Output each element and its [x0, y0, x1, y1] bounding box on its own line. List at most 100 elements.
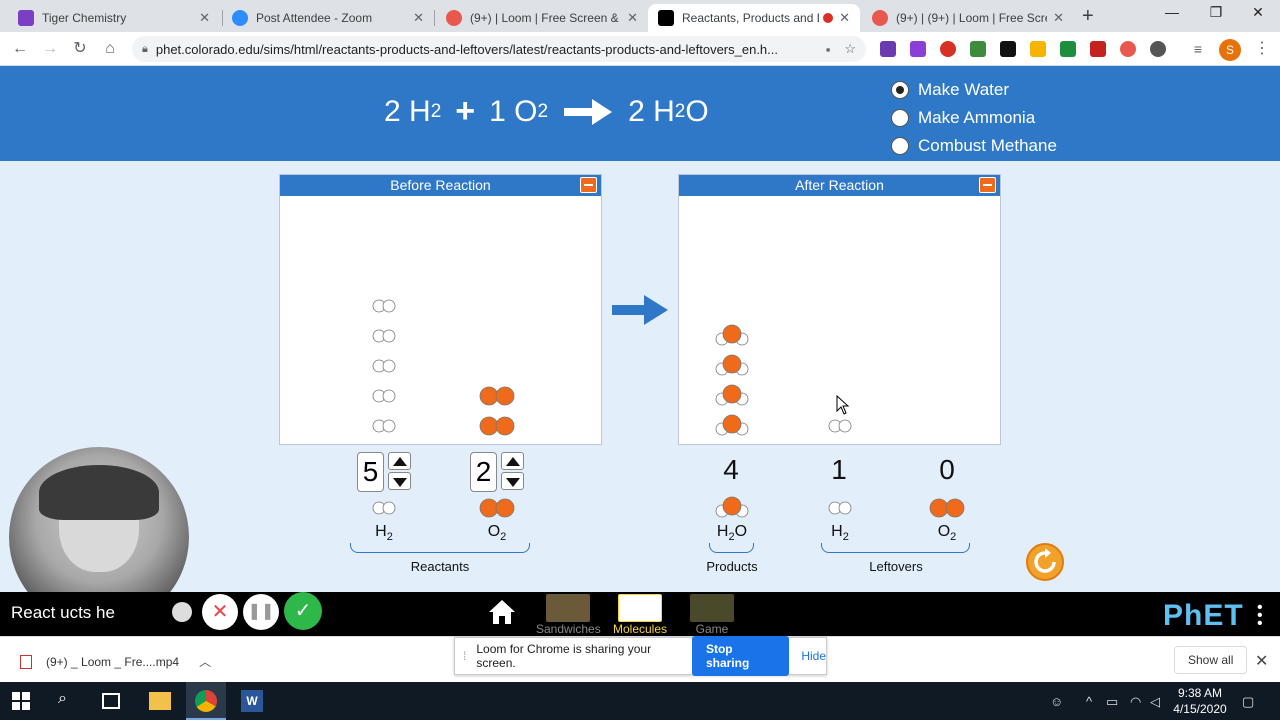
plus-sign: + [455, 92, 476, 130]
close-icon[interactable]: ✕ [627, 10, 638, 26]
menu-icon[interactable]: ⋮ [1250, 38, 1274, 60]
leftovers-label: Leftovers [869, 559, 923, 574]
tab-title: (9+) | (9+) | Loom | Free Screer [896, 11, 1048, 25]
reset-all-button[interactable] [1026, 543, 1064, 581]
phet-logo[interactable]: PhET [1163, 599, 1244, 633]
screen-game[interactable]: Game [680, 594, 744, 636]
extension-icon[interactable] [910, 41, 926, 57]
tab-loom-2[interactable]: (9+) | (9+) | Loom | Free Screer ✕ [862, 4, 1074, 32]
h2o-o-symbol: O [685, 94, 709, 128]
chrome-taskbar-button[interactable] [186, 682, 226, 720]
wifi-icon[interactable]: ◠ [1130, 694, 1141, 710]
clock[interactable]: 9:38 AM 4/15/2020 [1168, 685, 1232, 717]
hide-button[interactable]: Hide [801, 649, 826, 663]
extension-icon[interactable] [1090, 41, 1106, 57]
chrome-icon [195, 690, 217, 712]
reactants-label: Reactants [410, 559, 470, 574]
home-icon[interactable]: ⌂ [98, 38, 122, 60]
drag-handle-icon[interactable]: ⁞ [463, 649, 466, 663]
back-icon[interactable]: ← [8, 38, 32, 60]
classroom-icon [18, 10, 34, 26]
loom-pause-icon[interactable]: ❚❚ [243, 594, 279, 630]
tab-title: (9+) | Loom | Free Screen & Vi [470, 11, 622, 25]
loom-cancel-icon[interactable]: ✕ [202, 594, 238, 630]
camera-icon[interactable]: ▪ [826, 42, 831, 57]
decrement-arrow-icon[interactable] [501, 472, 524, 490]
download-item[interactable]: (9+) _ Loom _ Fre....mp4 ︿ [20, 653, 211, 670]
adblock-icon[interactable] [940, 41, 956, 57]
windows-start-icon[interactable] [12, 692, 34, 714]
people-icon[interactable]: ☺ [1050, 694, 1063, 709]
word-icon[interactable]: W [241, 690, 263, 712]
close-icon[interactable]: ✕ [839, 10, 850, 26]
radio-make-water[interactable]: Make Water [891, 76, 1057, 104]
extension-icon[interactable] [1000, 41, 1016, 57]
screen-sandwiches[interactable]: Sandwiches [536, 594, 601, 636]
tab-loom[interactable]: (9+) | Loom | Free Screen & Vi ✕ [436, 4, 648, 32]
tab-zoom[interactable]: Post Attendee - Zoom ✕ [222, 4, 434, 32]
screen-label: Game [695, 622, 729, 636]
forward-icon[interactable]: → [38, 38, 62, 60]
drive-icon[interactable] [1030, 41, 1046, 57]
notifications-icon[interactable]: ▢ [1242, 694, 1254, 710]
url-text: phet.colorado.edu/sims/html/reactants-pr… [155, 41, 778, 57]
extension-icon[interactable] [1060, 41, 1076, 57]
radio-combust-methane[interactable]: Combust Methane [891, 132, 1057, 160]
extension-icon[interactable] [1150, 41, 1166, 57]
radio-make-ammonia[interactable]: Make Ammonia [891, 104, 1057, 132]
file-explorer-icon[interactable] [149, 692, 171, 710]
zoom-icon [232, 10, 248, 26]
close-window-icon[interactable]: ✕ [1236, 4, 1280, 21]
screen-label: Molecules [612, 622, 668, 636]
h2o-h-symbol: H [653, 94, 675, 128]
bookmark-star-icon[interactable]: ☆ [844, 41, 856, 57]
tab-phet-active[interactable]: Reactants, Products and Le ✕ [648, 4, 860, 32]
show-all-button[interactable]: Show all [1174, 646, 1248, 674]
element-symbol: O [734, 523, 748, 540]
radio-button[interactable] [891, 137, 909, 155]
task-view-icon[interactable] [102, 693, 120, 709]
minimize-box-button[interactable] [580, 177, 597, 193]
element-symbol: O [487, 523, 501, 540]
chevron-up-icon[interactable]: ︿ [199, 653, 211, 670]
close-icon[interactable]: ✕ [1255, 651, 1268, 671]
extension-icon[interactable] [880, 41, 896, 57]
radio-button[interactable] [891, 81, 909, 99]
products-label: Products [706, 559, 758, 574]
radio-button[interactable] [891, 109, 909, 127]
reload-icon[interactable]: ↻ [68, 38, 92, 60]
stop-sharing-button[interactable]: Stop sharing [691, 636, 790, 676]
loom-more-icon[interactable] [172, 602, 192, 622]
home-screen-button[interactable] [487, 598, 517, 631]
restore-window-icon[interactable]: ❐ [1194, 4, 1238, 21]
loom-icon[interactable] [1120, 41, 1136, 57]
increment-arrow-icon[interactable] [388, 452, 411, 470]
address-bar[interactable]: 🔒︎ phet.colorado.edu/sims/html/reactants… [132, 36, 866, 62]
tab-title: Tiger Chemistry [42, 11, 127, 25]
profile-avatar[interactable]: S [1219, 39, 1241, 61]
close-icon[interactable]: ✕ [1053, 10, 1064, 26]
h2-quantity-spinner[interactable]: 5 [357, 452, 413, 492]
battery-icon[interactable]: ▭ [1106, 694, 1118, 710]
increment-arrow-icon[interactable] [501, 452, 524, 470]
leftovers-brace [821, 543, 970, 553]
minimize-box-button[interactable] [979, 177, 996, 193]
phet-menu-icon[interactable]: • • • [1257, 600, 1263, 632]
minimize-window-icon[interactable]: — [1150, 4, 1194, 20]
search-icon[interactable]: ⌕ [58, 690, 80, 712]
volume-icon[interactable]: ◁ [1150, 694, 1160, 710]
extension-icon[interactable] [970, 41, 986, 57]
close-icon[interactable]: ✕ [413, 10, 424, 26]
loom-finish-icon[interactable]: ✓ [284, 592, 322, 630]
h2o-subscript: 2 [674, 100, 686, 122]
subscript: 2 [386, 531, 393, 544]
new-tab-icon[interactable]: + [1082, 5, 1094, 28]
decrement-arrow-icon[interactable] [388, 472, 411, 490]
screen-molecules[interactable]: Molecules [608, 594, 672, 636]
o2-quantity-spinner[interactable]: 2 [470, 452, 526, 492]
chevron-up-icon[interactable]: ^ [1086, 694, 1092, 709]
close-icon[interactable]: ✕ [199, 10, 210, 26]
media-icon[interactable]: ≡ [1186, 38, 1210, 60]
chemical-equation: 2 H2 + 1 O2 2 H2O [384, 92, 709, 131]
tab-tiger-chemistry[interactable]: Tiger Chemistry ✕ [8, 4, 220, 32]
